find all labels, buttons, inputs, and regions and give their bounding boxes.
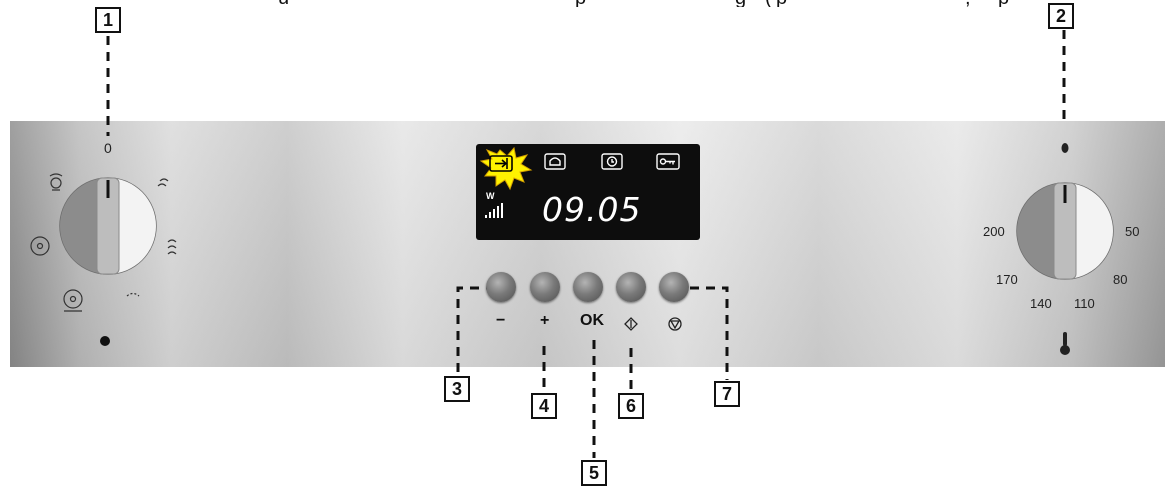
callout-4: 4 (531, 393, 557, 419)
fan-heat-icon (30, 236, 50, 256)
bottom-heat-icon (126, 292, 140, 297)
plus-button[interactable] (530, 272, 560, 302)
callout-5: 5 (581, 460, 607, 486)
power-level-icon (485, 203, 503, 218)
start-icon (624, 317, 638, 331)
ok-label: OK (580, 312, 604, 329)
top-heat-icon (157, 178, 169, 187)
knob-zero-label: 0 (104, 140, 112, 156)
callout-6: 6 (618, 393, 644, 419)
highlight-burst (479, 146, 533, 191)
leader-line-3 (456, 286, 490, 372)
callout-3: 3 (444, 376, 470, 402)
zero-position-icon (1061, 143, 1069, 153)
minus-button[interactable] (486, 272, 516, 302)
stop-button[interactable] (659, 272, 689, 302)
temperature-knob[interactable] (1016, 182, 1114, 280)
plus-label: + (540, 312, 550, 329)
key-icon (656, 153, 680, 170)
power-unit-label: W (486, 191, 495, 201)
callout-7: 7 (714, 381, 740, 407)
start-button[interactable] (616, 272, 646, 302)
leader-lines (106, 30, 1066, 458)
diagram-overlay (30, 30, 1114, 458)
stop-icon (668, 317, 682, 331)
fan-bottom-heat-icon (63, 289, 83, 312)
clock-readout: 09.05 (542, 190, 642, 229)
function-selector-knob[interactable] (59, 177, 157, 275)
bell-icon (544, 153, 566, 170)
temp-label-50: 50 (1125, 224, 1140, 239)
temp-label-170: 170 (996, 272, 1018, 287)
temp-label-140: 140 (1030, 296, 1052, 311)
clock-icon (601, 153, 623, 170)
temp-label-200: 200 (983, 224, 1005, 239)
callout-2: 2 (1048, 3, 1074, 29)
ok-button[interactable] (573, 272, 603, 302)
leader-line-7 (690, 286, 729, 380)
temp-label-80: 80 (1113, 272, 1128, 287)
grill-icon (167, 239, 177, 255)
minus-label: − (496, 312, 506, 329)
temp-label-110: 110 (1074, 296, 1095, 311)
light-icon (100, 336, 110, 346)
thermometer-icon (1060, 332, 1070, 355)
callout-1: 1 (95, 7, 121, 33)
fan-grill-icon (49, 173, 63, 191)
